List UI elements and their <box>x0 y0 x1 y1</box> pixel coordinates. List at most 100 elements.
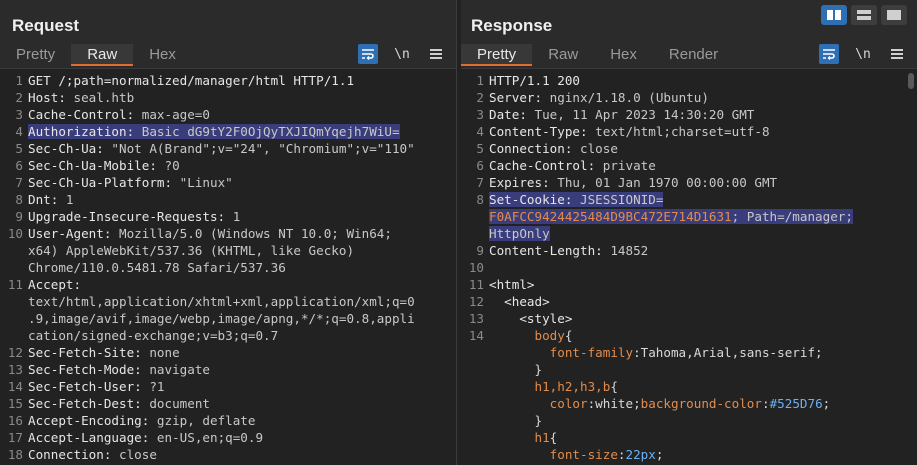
code-line: cation/signed-exchange;v=b3;q=0.7 <box>0 327 456 344</box>
header-name: Server: <box>489 90 550 105</box>
tab-pretty[interactable]: Pretty <box>0 44 71 66</box>
code-token: } <box>489 362 543 377</box>
line-number <box>461 395 484 412</box>
code-line: 5 Connection: close <box>461 140 917 157</box>
word-wrap-icon[interactable] <box>358 44 378 64</box>
line-content: text/html,application/xhtml+xml,applicat… <box>23 293 415 310</box>
line-content: Accept: <box>23 276 89 293</box>
header-name: Sec-Fetch-Mode: <box>28 362 150 377</box>
code-line: 14 Sec-Fetch-User: ?1 <box>0 378 456 395</box>
line-number: 13 <box>7 362 23 377</box>
response-editor[interactable]: 1 HTTP/1.1 200 2 Server: nginx/1.18.0 (Ubun… <box>461 68 917 465</box>
line-content <box>484 259 489 276</box>
line-content: Sec-Fetch-Mode: navigate <box>23 361 210 378</box>
line-content: F0AFCC9424425484D9BC472E714D1631; Path=/… <box>484 208 853 225</box>
header-name: Sec-Fetch-Site: <box>28 345 150 360</box>
code-line: 16 Accept-Encoding: gzip, deflate <box>0 412 456 429</box>
highlighted-text: F0AFCC9424425484D9BC472E714D1631; Path=/… <box>489 209 853 224</box>
line-content: Cache-Control: private <box>484 157 656 174</box>
response-toolbar: \n <box>819 44 907 64</box>
header-name: Sec-Fetch-Dest: <box>28 396 150 411</box>
header-value: JSESSIONID= <box>580 192 664 207</box>
newline-icon[interactable]: \n <box>392 44 412 64</box>
response-title: Response <box>471 16 553 35</box>
code-line: h1,h2,h3,b{ <box>461 378 917 395</box>
code-token: ; <box>822 396 831 411</box>
line-content: h1,h2,h3,b{ <box>484 378 618 395</box>
line-text: <head> <box>489 294 550 309</box>
header-value: max-age=0 <box>141 107 210 122</box>
line-text: HTTP/1.1 200 <box>489 73 580 88</box>
header-name: Connection: <box>489 141 580 156</box>
layout-tabbed-icon[interactable] <box>881 5 907 25</box>
line-content: h1{ <box>484 429 557 446</box>
line-number: 15 <box>7 396 23 411</box>
line-number: 4 <box>476 124 484 139</box>
tab-render[interactable]: Render <box>653 44 734 66</box>
header-value: gzip, deflate <box>156 413 256 428</box>
line-text: <html> <box>489 277 535 292</box>
code-line: 18 Connection: close <box>0 446 456 463</box>
word-wrap-icon[interactable] <box>819 44 839 64</box>
layout-stacked-icon[interactable] <box>851 5 877 25</box>
code-line: h1{ <box>461 429 917 446</box>
line-content: } <box>484 361 542 378</box>
tab-hex[interactable]: Hex <box>594 44 653 66</box>
header-name: Dnt: <box>28 192 66 207</box>
code-line: 3 Cache-Control: max-age=0 <box>0 106 456 123</box>
header-name: Sec-Fetch-User: <box>28 379 150 394</box>
tab-hex[interactable]: Hex <box>133 44 192 66</box>
line-number <box>461 361 484 378</box>
code-token: : <box>761 396 770 411</box>
header-value: ?1 <box>149 379 165 394</box>
request-editor[interactable]: 1 GET /;path=normalized/manager/html HTTP… <box>0 68 456 465</box>
tab-pretty[interactable]: Pretty <box>461 44 533 66</box>
header-value: "Linux" <box>179 175 233 190</box>
line-number: 12 <box>468 294 484 309</box>
line-number: 5 <box>476 141 484 156</box>
tab-raw[interactable]: Raw <box>532 44 594 66</box>
header-value: navigate <box>149 362 210 377</box>
layout-buttons <box>821 5 907 25</box>
line-number: 12 <box>7 345 23 360</box>
line-content: Host: seal.htb <box>23 89 134 106</box>
code-line: 9 Content-Length: 14852 <box>461 242 917 259</box>
code-line: x64) AppleWebKit/537.36 (KHTML, like Gec… <box>0 242 456 259</box>
code-line: 13 Sec-Fetch-Mode: navigate <box>0 361 456 378</box>
line-number <box>0 327 23 344</box>
code-token: :white; <box>587 396 641 411</box>
layout-side-by-side-icon[interactable] <box>821 5 847 25</box>
header-value: seal.htb <box>73 90 135 105</box>
code-token: { <box>610 379 618 394</box>
code-line: F0AFCC9424425484D9BC472E714D1631; Path=/… <box>461 208 917 225</box>
code-token: color <box>489 396 588 411</box>
header-value: Basic dG9tY2F0OjQyTXJIQmYqejh7WiU= <box>141 124 400 139</box>
tab-raw[interactable]: Raw <box>71 44 134 66</box>
menu-icon[interactable] <box>887 44 907 64</box>
header-value: cation/signed-exchange;v=b3;q=0.7 <box>28 328 279 343</box>
highlighted-text: Set-Cookie: JSESSIONID= <box>489 192 664 207</box>
line-number: 7 <box>15 175 23 190</box>
newline-icon[interactable]: \n <box>853 44 873 64</box>
line-content: Connection: close <box>23 446 157 463</box>
line-number <box>461 208 484 225</box>
line-number: 18 <box>7 447 23 462</box>
code-line: 11 Accept: <box>0 276 456 293</box>
code-token: body <box>489 328 565 343</box>
line-content: Dnt: 1 <box>23 191 74 208</box>
line-number <box>0 310 23 327</box>
header-value: 14852 <box>610 243 649 258</box>
code-line: 13 <style> <box>461 310 917 327</box>
request-lines: 1 GET /;path=normalized/manager/html HTTP… <box>0 72 456 463</box>
code-line: 2 Server: nginx/1.18.0 (Ubuntu) <box>461 89 917 106</box>
scrollbar[interactable] <box>908 73 914 89</box>
header-value: private <box>602 158 656 173</box>
menu-icon[interactable] <box>426 44 446 64</box>
line-content: Sec-Fetch-User: ?1 <box>23 378 165 395</box>
line-content: GET /;path=normalized/manager/html HTTP/… <box>23 72 354 89</box>
highlighted-text: HttpOnly <box>489 226 550 241</box>
line-content: Sec-Ch-Ua-Platform: "Linux" <box>23 174 233 191</box>
line-content: <html> <box>484 276 535 293</box>
code-line: 2 Host: seal.htb <box>0 89 456 106</box>
line-number: 11 <box>7 277 23 292</box>
